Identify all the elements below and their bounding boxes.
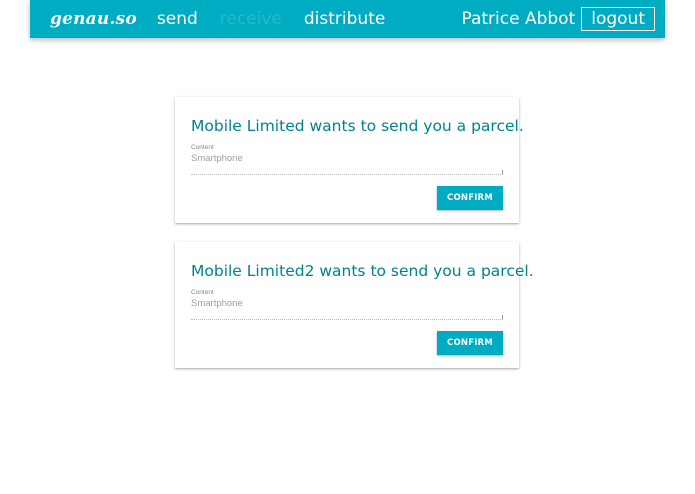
- content-field-label: Content: [191, 144, 214, 151]
- nav-link-distribute[interactable]: distribute: [304, 9, 385, 29]
- logout-button[interactable]: logout: [581, 7, 655, 31]
- user-name: Patrice Abbot: [461, 9, 576, 29]
- parcel-card: Mobile Limited wants to send you a parce…: [175, 97, 524, 223]
- nav-link-receive[interactable]: receive: [220, 9, 282, 29]
- field-underline: [191, 319, 503, 320]
- content-field[interactable]: Content Smartphone: [191, 144, 503, 181]
- brand-logo[interactable]: genau.so: [50, 9, 137, 29]
- resize-handle[interactable]: [500, 315, 503, 319]
- nav-link-send[interactable]: send: [157, 9, 198, 29]
- content-field[interactable]: Content Smartphone: [191, 289, 503, 326]
- field-underline: [191, 174, 503, 175]
- user-area: Patrice Abbot logout: [461, 7, 655, 31]
- content-field-value: Smartphone: [191, 153, 243, 164]
- parcel-card: Mobile Limited2 wants to send you a parc…: [175, 242, 534, 368]
- top-navbar: genau.so send receive distribute Patrice…: [30, 0, 665, 38]
- content-field-label: Content: [191, 289, 214, 296]
- card-actions: CONFIRM: [191, 331, 503, 355]
- confirm-button[interactable]: CONFIRM: [437, 186, 503, 210]
- card-actions: CONFIRM: [191, 186, 503, 210]
- parcel-card-title: Mobile Limited2 wants to send you a parc…: [191, 262, 534, 280]
- resize-handle[interactable]: [500, 170, 503, 174]
- parcel-card-title: Mobile Limited wants to send you a parce…: [191, 117, 524, 135]
- content-field-value: Smartphone: [191, 298, 243, 309]
- confirm-button[interactable]: CONFIRM: [437, 331, 503, 355]
